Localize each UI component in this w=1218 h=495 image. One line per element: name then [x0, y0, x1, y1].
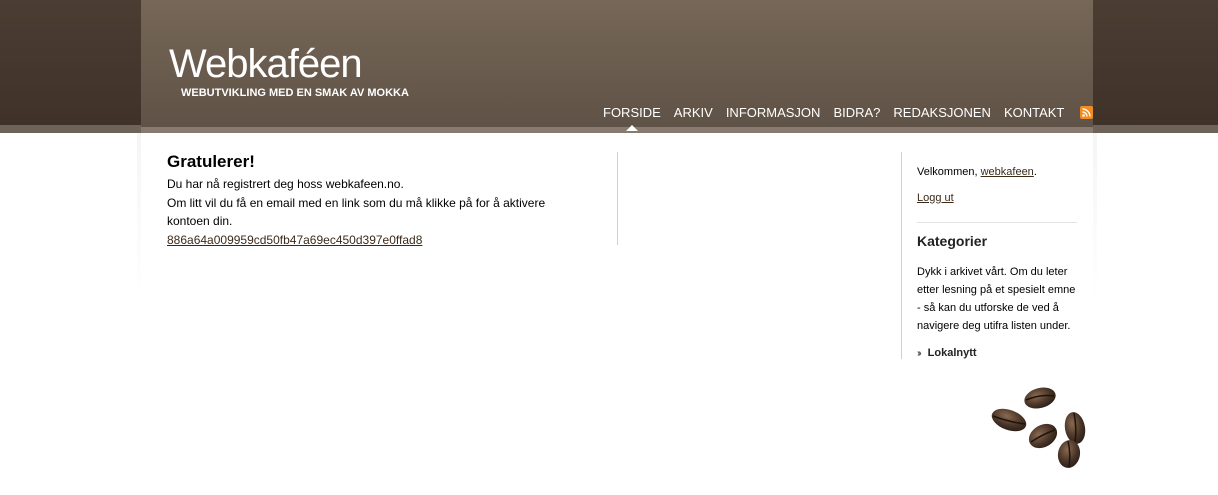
username-link[interactable]: webkafeen [981, 166, 1034, 178]
nav-item-bidra[interactable]: BIDRA? [833, 105, 880, 120]
activation-link[interactable]: 886a64a009959cd50fb47a69ec450d397e0ffad8 [167, 233, 422, 247]
welcome-prefix: Velkommen, [917, 166, 981, 178]
logout-link[interactable]: Logg ut [917, 192, 954, 204]
category-item[interactable]: ›› Lokalnytt [917, 347, 1093, 359]
content-area: Gratulerer! Du har nå registrert deg hos… [141, 133, 1093, 495]
main-content: Gratulerer! Du har nå registrert deg hos… [167, 152, 618, 247]
category-label: Lokalnytt [927, 347, 977, 359]
page-container: Webkaféen WEBUTVIKLING MED EN SMAK AV MO… [137, 0, 1097, 495]
welcome-text: Velkommen, webkafeen. [917, 166, 1093, 178]
page-heading: Gratulerer! [167, 152, 255, 171]
rss-icon[interactable] [1080, 105, 1094, 119]
categories-description: Dykk i arkivet vårt. Om du leter etter l… [917, 266, 1076, 332]
nav-item-forside[interactable]: FORSIDE [603, 105, 661, 131]
site-header: Webkaféen WEBUTVIKLING MED EN SMAK AV MO… [141, 0, 1094, 133]
registration-message: Du har nå registrert deg hoss webkafeen.… [167, 175, 587, 249]
coffee-beans-image [991, 387, 1086, 468]
main-nav: FORSIDE ARKIV INFORMASJON BIDRA? REDAKSJ… [603, 102, 1094, 131]
nav-item-redaksjonen[interactable]: REDAKSJONEN [893, 105, 991, 120]
sidebar-divider [917, 222, 1077, 223]
welcome-suffix: . [1033, 166, 1037, 178]
categories-heading: Kategorier [917, 233, 988, 249]
sidebar: Velkommen, webkafeen. Logg ut Kategorier… [901, 152, 1093, 359]
site-title[interactable]: Webkaféen [169, 42, 363, 87]
nav-item-kontakt[interactable]: KONTAKT [1004, 105, 1064, 120]
registration-line-1: Du har nå registrert deg hoss webkafeen.… [167, 177, 404, 191]
site-tagline: WEBUTVIKLING MED EN SMAK AV MOKKA [181, 87, 409, 99]
nav-item-informasjon[interactable]: INFORMASJON [726, 105, 821, 120]
double-chevron-right-icon: ›› [917, 347, 921, 359]
registration-line-2: Om litt vil du få en email med en link s… [167, 195, 546, 229]
nav-item-arkiv[interactable]: ARKIV [674, 105, 713, 120]
